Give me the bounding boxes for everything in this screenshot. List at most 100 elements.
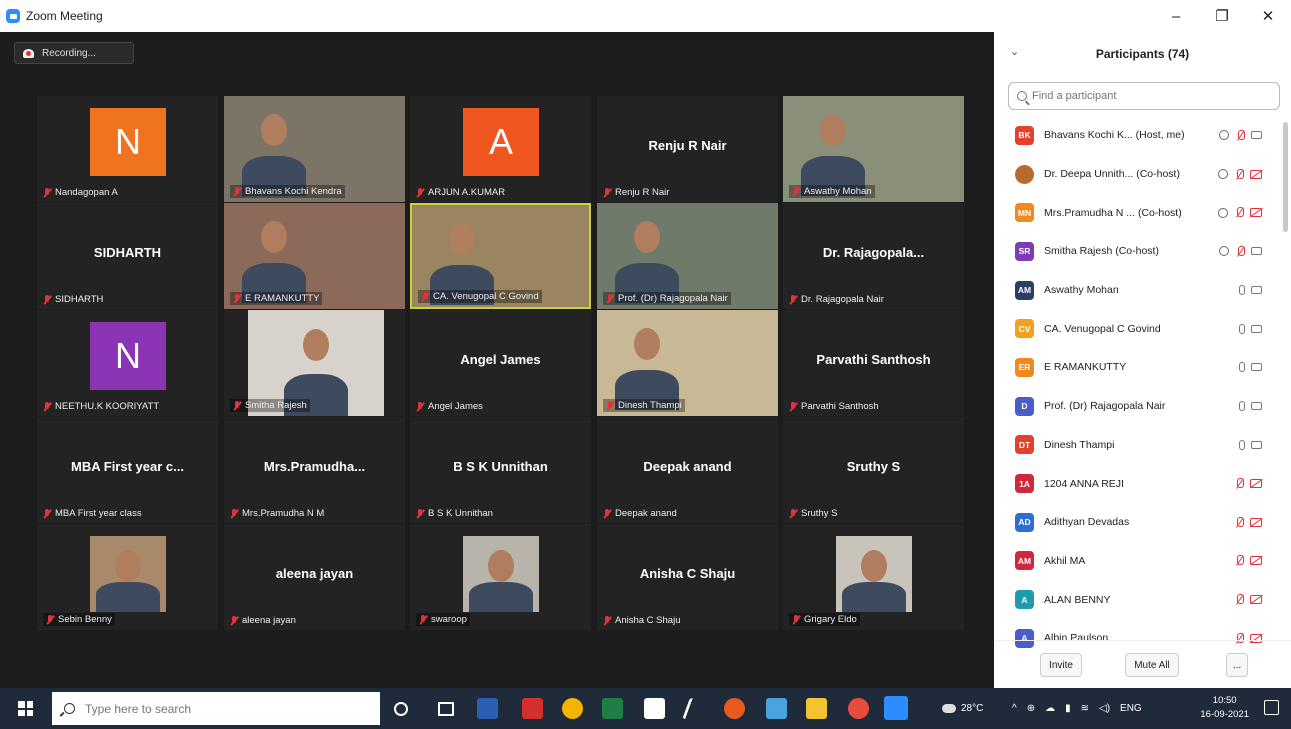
- restore-button[interactable]: ❐: [1199, 0, 1245, 32]
- video-tile[interactable]: Aswathy Mohan: [783, 96, 964, 202]
- taskbar-clock[interactable]: 10:50 16-09-2021: [1200, 694, 1249, 722]
- taskbar-search[interactable]: [52, 692, 380, 725]
- participant-row[interactable]: MN Mrs.Pramudha N ... (Co-host): [994, 193, 1284, 232]
- video-tile[interactable]: Anisha C Shaju Anisha C Shaju: [597, 524, 778, 630]
- video-tile[interactable]: Parvathi Santhosh Parvathi Santhosh: [783, 310, 964, 416]
- video-off-icon[interactable]: [1250, 169, 1262, 179]
- participant-row[interactable]: 1A 1204 ANNA REJI: [994, 464, 1284, 503]
- participant-row[interactable]: AM Aswathy Mohan: [994, 271, 1284, 310]
- participant-search-input[interactable]: [1032, 90, 1272, 102]
- video-tile[interactable]: Smitha Rajesh: [224, 310, 405, 416]
- video-tile[interactable]: Dr. Rajagopala... Dr. Rajagopala Nair: [783, 203, 964, 309]
- video-icon[interactable]: [1251, 324, 1262, 333]
- mic-icon[interactable]: [1239, 439, 1245, 450]
- amazon-icon[interactable]: [644, 698, 665, 719]
- video-tile[interactable]: B S K Unnithan B S K Unnithan: [410, 417, 591, 523]
- mic-muted-icon[interactable]: [1234, 594, 1244, 605]
- video-icon[interactable]: [1251, 286, 1262, 295]
- video-tile[interactable]: Sebin Benny: [37, 524, 218, 630]
- winamp-icon[interactable]: [682, 698, 702, 719]
- mic-icon[interactable]: [1239, 401, 1245, 412]
- weather-tray[interactable]: 28°C: [942, 688, 983, 729]
- participant-search[interactable]: [1008, 82, 1280, 110]
- video-tile[interactable]: N NEETHU.K KOORIYATT: [37, 310, 218, 416]
- taskbar-search-input[interactable]: [85, 701, 365, 716]
- language-indicator[interactable]: ENG: [1120, 703, 1142, 714]
- mic-muted-icon[interactable]: [1235, 245, 1245, 257]
- video-icon[interactable]: [1251, 247, 1262, 256]
- video-tile[interactable]: Grigary Eldo: [783, 524, 964, 630]
- video-tile[interactable]: Mrs.Pramudha... Mrs.Pramudha N M: [224, 417, 405, 523]
- windows-start-icon[interactable]: [18, 701, 33, 716]
- video-tile[interactable]: SIDHARTH SIDHARTH: [37, 203, 218, 309]
- video-tile[interactable]: N Nandagopan A: [37, 96, 218, 202]
- cortana-icon[interactable]: [394, 702, 408, 716]
- participant-row[interactable]: Dr. Deepa Unnith... (Co-host): [994, 155, 1284, 194]
- powerpoint-icon[interactable]: [724, 698, 745, 719]
- video-icon[interactable]: [1251, 440, 1262, 449]
- video-off-icon[interactable]: [1250, 556, 1262, 566]
- zoom-taskbar-icon[interactable]: [884, 696, 908, 720]
- mic-icon[interactable]: [1239, 362, 1245, 373]
- video-tile[interactable]: Renju R Nair Renju R Nair: [597, 96, 778, 202]
- photos-icon[interactable]: [766, 698, 787, 719]
- video-tile[interactable]: Angel James Angel James: [410, 310, 591, 416]
- excel-icon[interactable]: [602, 698, 623, 719]
- mic-muted-icon[interactable]: [1234, 555, 1244, 566]
- video-off-icon[interactable]: [1250, 208, 1262, 218]
- onedrive-icon[interactable]: ☁: [1045, 703, 1055, 714]
- video-tile[interactable]: CA. Venugopal C Govind: [410, 203, 591, 309]
- video-icon[interactable]: [1251, 402, 1262, 411]
- participant-row[interactable]: AM Akhil MA: [994, 542, 1284, 581]
- invite-button[interactable]: Invite: [1040, 653, 1082, 677]
- usb-icon[interactable]: ▮: [1065, 703, 1071, 714]
- mic-muted-icon[interactable]: [1235, 129, 1245, 141]
- participant-row[interactable]: D Prof. (Dr) Rajagopala Nair: [994, 387, 1284, 426]
- video-tile[interactable]: MBA First year c... MBA First year class: [37, 417, 218, 523]
- participant-row[interactable]: A ALAN BENNY: [994, 580, 1284, 619]
- recording-indicator[interactable]: Recording...: [14, 42, 134, 64]
- mic-muted-icon[interactable]: [1234, 516, 1244, 528]
- file-explorer-icon[interactable]: [806, 698, 827, 719]
- mic-muted-icon[interactable]: [1234, 478, 1244, 489]
- mic-muted-icon[interactable]: [1234, 207, 1244, 218]
- mic-icon[interactable]: [1239, 285, 1245, 296]
- video-tile[interactable]: swaroop: [410, 524, 591, 630]
- acrobat-icon[interactable]: [522, 698, 543, 719]
- video-icon[interactable]: [1251, 131, 1262, 140]
- volume-icon[interactable]: ◁): [1099, 703, 1110, 714]
- video-tile[interactable]: aleena jayan aleena jayan: [224, 524, 405, 630]
- video-tile[interactable]: Bhavans Kochi Kendra: [224, 96, 405, 202]
- participant-row[interactable]: BK Bhavans Kochi K... (Host, me): [994, 116, 1284, 155]
- video-tile[interactable]: Prof. (Dr) Rajagopala Nair: [597, 203, 778, 309]
- participant-list-scrollbar[interactable]: [1283, 122, 1288, 232]
- participant-row[interactable]: ER E RAMANKUTTY: [994, 348, 1284, 387]
- wifi-icon[interactable]: ≋: [1081, 703, 1089, 714]
- notification-icon[interactable]: [1264, 700, 1279, 715]
- participant-row[interactable]: AD Adithyan Devadas: [994, 503, 1284, 542]
- participant-row[interactable]: SR Smitha Rajesh (Co-host): [994, 232, 1284, 271]
- video-tile[interactable]: Dinesh Thampi: [597, 310, 778, 416]
- mute-all-button[interactable]: Mute All: [1125, 653, 1179, 677]
- more-button[interactable]: ...: [1226, 653, 1248, 677]
- video-tile[interactable]: A ARJUN A.KUMAR: [410, 96, 591, 202]
- mic-icon[interactable]: [1239, 323, 1245, 334]
- video-icon[interactable]: [1251, 363, 1262, 372]
- video-tile[interactable]: E RAMANKUTTY: [224, 203, 405, 309]
- word-icon[interactable]: [477, 698, 498, 719]
- video-off-icon[interactable]: [1250, 595, 1262, 605]
- chrome-icon[interactable]: [562, 698, 583, 719]
- minimize-button[interactable]: –: [1153, 0, 1199, 32]
- video-tile[interactable]: Sruthy S Sruthy S: [783, 417, 964, 523]
- chrome-alt-icon[interactable]: [848, 698, 869, 719]
- task-view-icon[interactable]: [438, 702, 454, 716]
- video-off-icon[interactable]: [1250, 479, 1262, 489]
- participant-row[interactable]: CV CA. Venugopal C Govind: [994, 309, 1284, 348]
- chevron-up-icon[interactable]: ^: [1012, 703, 1017, 714]
- participant-row[interactable]: DT Dinesh Thampi: [994, 426, 1284, 465]
- video-tile[interactable]: Deepak anand Deepak anand: [597, 417, 778, 523]
- close-button[interactable]: ✕: [1245, 0, 1291, 32]
- video-off-icon[interactable]: [1250, 517, 1262, 527]
- network-icon[interactable]: ⊕: [1027, 703, 1035, 714]
- mic-muted-icon[interactable]: [1234, 168, 1244, 180]
